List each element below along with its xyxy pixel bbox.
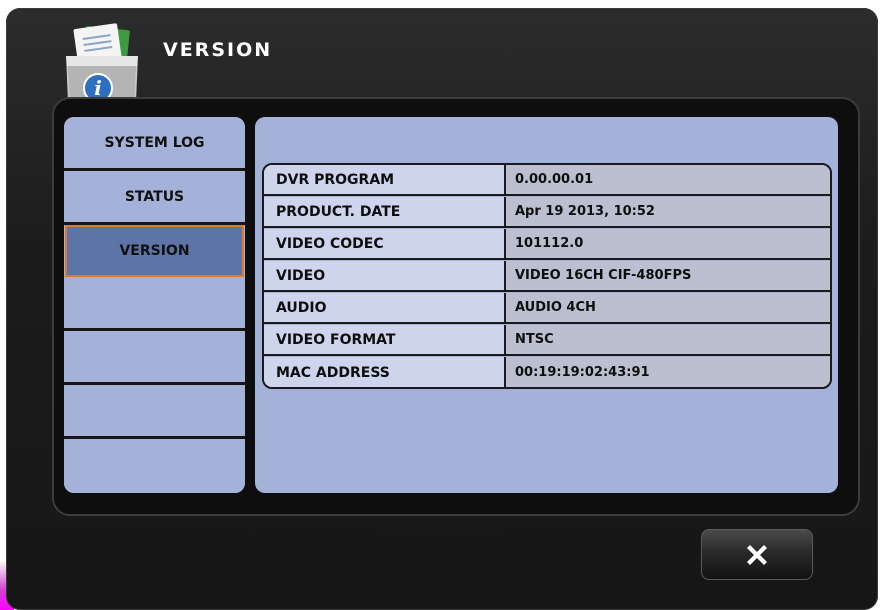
row-label: VIDEO CODEC (264, 229, 506, 258)
sidebar-item-empty-2[interactable] (64, 331, 245, 385)
sidebar-item-label: VERSION (119, 243, 190, 259)
table-row: DVR PROGRAM 0.00.00.01 (264, 165, 830, 196)
row-value: NTSC (506, 325, 830, 354)
table-row: PRODUCT. DATE Apr 19 2013, 10:52 (264, 197, 830, 228)
row-value: 101112.0 (506, 229, 830, 258)
row-value: 0.00.00.01 (506, 165, 830, 194)
row-value: Apr 19 2013, 10:52 (506, 197, 830, 226)
row-label: VIDEO FORMAT (264, 325, 506, 354)
dialog-title: VERSION (163, 39, 273, 61)
row-label: AUDIO (264, 293, 506, 322)
table-row: VIDEO FORMAT NTSC (264, 325, 830, 356)
sidebar-item-system-log[interactable]: SYSTEM LOG (64, 117, 245, 171)
dvr-screen: i VERSION SYSTEM LOG STATUS VERSION DVR … (0, 0, 888, 610)
row-value: AUDIO 4CH (506, 293, 830, 322)
row-value: 00:19:19:02:43:91 (506, 357, 830, 387)
sidebar-item-empty-3[interactable] (64, 385, 245, 439)
sidebar-item-status[interactable]: STATUS (64, 171, 245, 225)
table-row: VIDEO CODEC 101112.0 (264, 229, 830, 260)
close-button[interactable] (701, 529, 813, 580)
version-info-table: DVR PROGRAM 0.00.00.01 PRODUCT. DATE Apr… (262, 163, 832, 389)
sidebar-item-empty-4[interactable] (64, 439, 245, 493)
sidebar-item-label: SYSTEM LOG (104, 134, 205, 151)
close-x-icon (747, 544, 767, 565)
sidebar-item-label: STATUS (124, 188, 185, 205)
row-value: VIDEO 16CH CIF-480FPS (506, 261, 830, 290)
info-folder-icon: i (66, 23, 138, 104)
table-row: AUDIO AUDIO 4CH (264, 293, 830, 324)
row-label: DVR PROGRAM (264, 165, 506, 194)
row-label: PRODUCT. DATE (264, 197, 506, 226)
table-row: MAC ADDRESS 00:19:19:02:43:91 (264, 357, 830, 387)
table-row: VIDEO VIDEO 16CH CIF-480FPS (264, 261, 830, 292)
row-label: VIDEO (264, 261, 506, 290)
sidebar-item-version[interactable]: VERSION (65, 225, 244, 277)
row-label: MAC ADDRESS (264, 357, 506, 387)
sidebar-menu: SYSTEM LOG STATUS VERSION (64, 117, 245, 493)
sidebar-item-empty-1[interactable] (64, 277, 245, 331)
